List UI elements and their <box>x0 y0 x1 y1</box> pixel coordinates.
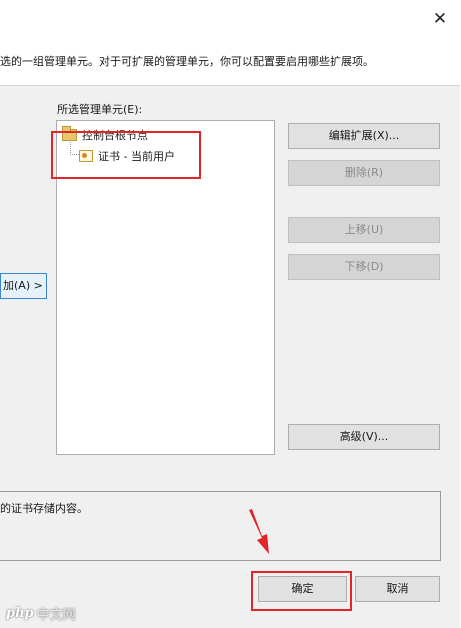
title-bar: ✕ <box>0 0 460 38</box>
remove-button[interactable]: 删除(R) <box>288 160 440 186</box>
dialog-header: 选的一组管理单元。对于可扩展的管理单元，你可以配置要启用哪些扩展项。 <box>0 38 460 86</box>
watermark-logo: php <box>6 606 34 621</box>
watermark-text: 中文网 <box>36 608 76 623</box>
description-text: 的证书存储内容。 <box>0 502 88 515</box>
edit-extensions-button[interactable]: 编辑扩展(X)... <box>288 123 440 149</box>
move-down-button[interactable]: 下移(D) <box>288 254 440 280</box>
close-button[interactable]: ✕ <box>426 6 454 32</box>
header-description: 选的一组管理单元。对于可扩展的管理单元，你可以配置要启用哪些扩展项。 <box>0 55 374 68</box>
highlight-box-ok <box>251 571 352 611</box>
watermark: php 中文网 <box>6 604 76 623</box>
add-button[interactable]: 加(A) > <box>0 273 47 299</box>
highlight-box-tree <box>51 131 201 179</box>
close-icon: ✕ <box>432 9 448 29</box>
cancel-button[interactable]: 取消 <box>355 576 440 602</box>
move-up-button[interactable]: 上移(U) <box>288 217 440 243</box>
description-box: 的证书存储内容。 <box>0 491 441 561</box>
snapin-dialog: ✕ 选的一组管理单元。对于可扩展的管理单元，你可以配置要启用哪些扩展项。 加(A… <box>0 0 460 628</box>
selected-snapins-label: 所选管理单元(E): <box>57 103 143 116</box>
red-arrow-icon <box>249 509 269 554</box>
advanced-button[interactable]: 高级(V)... <box>288 424 440 450</box>
